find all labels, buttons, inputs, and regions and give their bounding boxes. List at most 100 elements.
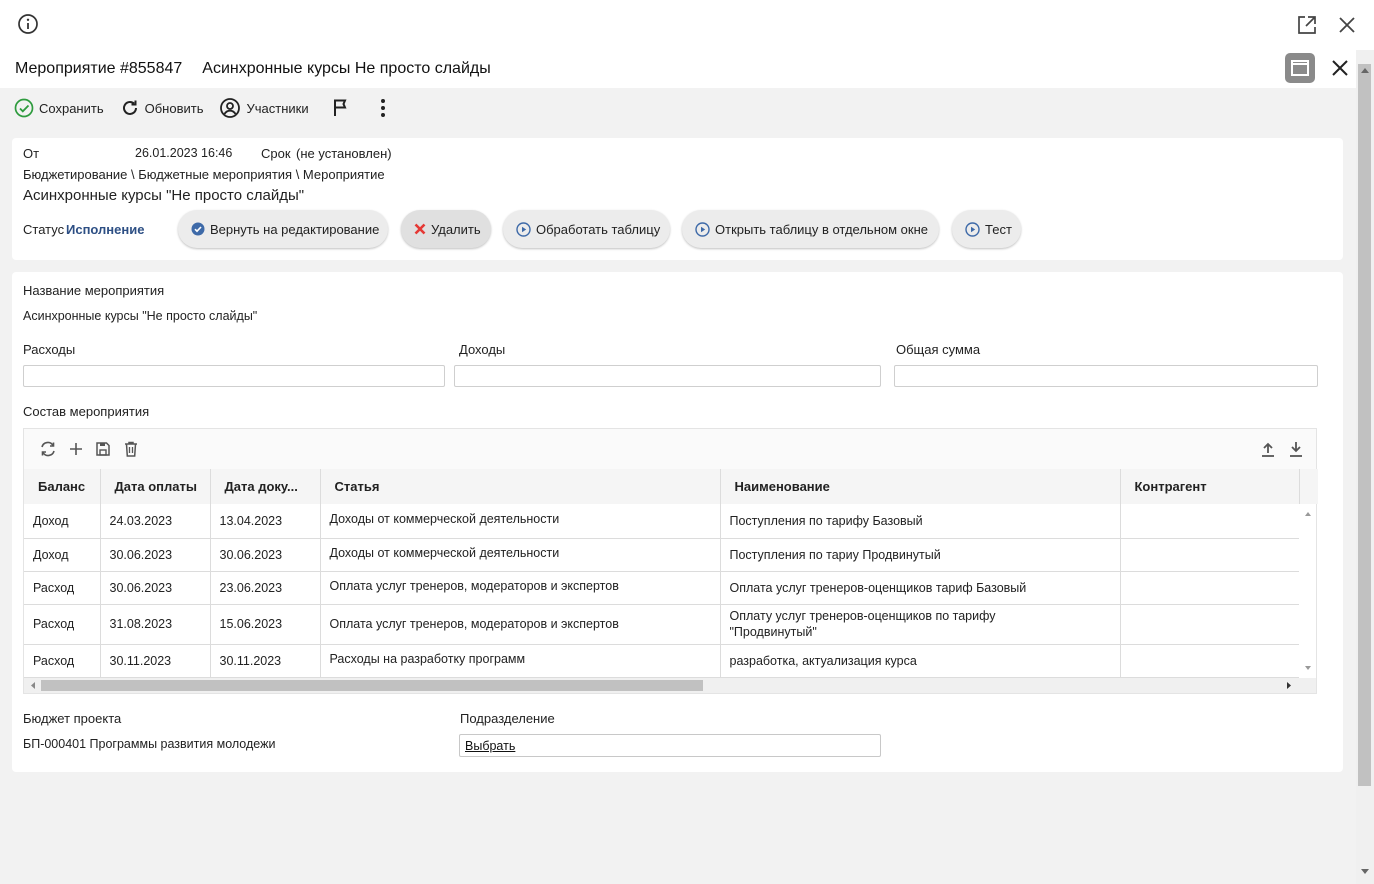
cell-document-date: 30.11.2023 [210,644,321,678]
column-header-name[interactable]: Наименование [720,469,1121,504]
play-circle-icon [695,221,710,237]
cell-payment-date: 30.06.2023 [100,538,211,572]
division-label: Подразделение [460,711,555,726]
cell-article: Оплата услуг тренеров, модераторов и экс… [320,604,721,645]
column-header-document-date[interactable]: Дата доку... [210,469,321,504]
event-title: Асинхронные курсы "Не просто слайды" [23,187,305,204]
cell-balance: Доход [24,504,101,539]
flag-icon [331,98,351,118]
save-button[interactable]: Сохранить [14,98,104,118]
cell-document-date: 13.04.2023 [210,504,321,539]
event-name: Асинхронные курсы Не просто слайды [202,60,491,77]
close-dialog-icon[interactable] [1330,58,1350,78]
return-edit-label: Вернуть на редактирование [210,221,380,237]
sync-icon[interactable] [38,439,58,459]
total-label: Общая сумма [896,342,981,357]
page-title: Мероприятие #855847 Асинхронные курсы Не … [15,60,491,78]
refresh-button[interactable]: Обновить [120,98,204,118]
name-value: Асинхронные курсы "Не просто слайды" [23,309,258,323]
cell-name: Поступления по тарифу Базовый [720,504,1121,539]
cell-article: Доходы от коммерческой деятельности [320,504,721,539]
open-table-label: Открыть таблицу в отдельном окне [715,221,928,237]
more-button[interactable] [379,98,387,118]
grid-vertical-scrollbar[interactable] [1300,504,1316,678]
check-circle-icon [14,98,34,118]
expenses-input[interactable] [23,365,445,387]
column-header-counterparty[interactable]: Контрагент [1120,469,1300,504]
cell-counterparty [1120,504,1299,539]
title-row: Мероприятие #855847 Асинхронные курсы Не … [0,50,1356,88]
info-icon[interactable] [17,13,39,35]
cell-document-date: 15.06.2023 [210,604,321,645]
income-input[interactable] [454,365,881,387]
delete-label: Удалить [431,221,481,237]
play-circle-icon [516,221,531,237]
toolbar: Сохранить Обновить Участники [0,88,1356,128]
refresh-label: Обновить [144,100,204,116]
division-select-link[interactable]: Выбрать [465,739,515,753]
top-bar [0,0,1374,50]
save-icon[interactable] [93,439,113,459]
open-table-button[interactable]: Открыть таблицу в отдельном окне [682,210,939,248]
refresh-icon [120,98,140,118]
breadcrumb: Бюджетирование \ Бюджетные мероприятия \… [23,167,385,182]
cell-name: Оплата услуг тренеров-оценщиков тариф Ба… [720,571,1121,605]
download-icon[interactable] [1286,439,1306,459]
upload-icon[interactable] [1258,439,1278,459]
save-label: Сохранить [39,100,104,116]
test-button[interactable]: Тест [952,210,1021,248]
deadline-value[interactable]: (не установлен) [296,146,392,161]
cell-name: разработка, актуализация курса [720,644,1121,678]
table-row[interactable]: Расход 31.08.2023 15.06.2023 Оплата услу… [24,604,1299,645]
table-row[interactable]: Расход 30.06.2023 23.06.2023 Оплата услу… [24,571,1299,605]
participants-button[interactable]: Участники [219,97,309,119]
composition-grid: Баланс Дата оплаты Дата доку... Статья Н… [23,428,1318,694]
name-label: Название мероприятия [23,283,165,298]
from-value: 26.01.2023 16:46 [135,146,233,160]
composition-label: Состав мероприятия [23,404,150,419]
budget-link[interactable]: БП-000401 Программы развития молодежи [23,737,275,751]
table-row[interactable]: Доход 24.03.2023 13.04.2023 Доходы от ко… [24,504,1299,539]
test-label: Тест [985,221,1012,237]
process-table-label: Обработать таблицу [536,221,661,237]
cell-counterparty [1120,571,1299,605]
status-label: Статус [23,222,65,237]
grid-horizontal-scrollbar[interactable] [24,678,1316,693]
column-header-article[interactable]: Статья [320,469,721,504]
user-circle-icon [219,97,241,119]
close-window-icon[interactable] [1337,15,1357,35]
column-header-payment-date[interactable]: Дата оплаты [100,469,211,504]
table-row[interactable]: Расход 30.11.2023 30.11.2023 Расходы на … [24,644,1299,678]
content-area: Сохранить Обновить Участники От 26.01.20… [0,88,1356,884]
cell-counterparty [1120,538,1299,572]
division-field[interactable]: Выбрать [459,734,881,757]
status-value: Исполнение [66,222,145,237]
process-table-button[interactable]: Обработать таблицу [503,210,670,248]
event-number: Мероприятие #855847 [15,60,183,77]
expenses-label: Расходы [23,342,76,357]
cell-counterparty [1120,604,1299,645]
delete-button[interactable]: Удалить [401,210,491,248]
return-edit-button[interactable]: Вернуть на редактирование [178,210,388,248]
cell-balance: Расход [24,571,101,605]
total-input[interactable] [894,365,1318,387]
participants-label: Участники [246,100,309,116]
open-external-icon[interactable] [1296,14,1318,36]
add-icon[interactable] [66,439,86,459]
flag-button[interactable] [331,98,351,118]
cell-document-date: 23.06.2023 [210,571,321,605]
from-label: От [23,146,40,161]
cell-payment-date: 31.08.2023 [100,604,211,645]
cell-balance: Расход [24,604,101,645]
column-header-balance[interactable]: Баланс [24,469,101,504]
grid-body: Доход 24.03.2023 13.04.2023 Доходы от ко… [24,504,1299,678]
budget-label: Бюджет проекта [23,711,122,726]
trash-icon[interactable] [121,439,141,459]
income-label: Доходы [459,342,506,357]
deadline-label: Срок [261,146,291,161]
play-circle-icon [965,221,980,237]
check-circle-filled-icon [191,222,205,236]
grid-toolbar [24,429,1316,469]
table-row[interactable]: Доход 30.06.2023 30.06.2023 Доходы от ко… [24,538,1299,572]
maximize-icon[interactable] [1285,53,1315,83]
